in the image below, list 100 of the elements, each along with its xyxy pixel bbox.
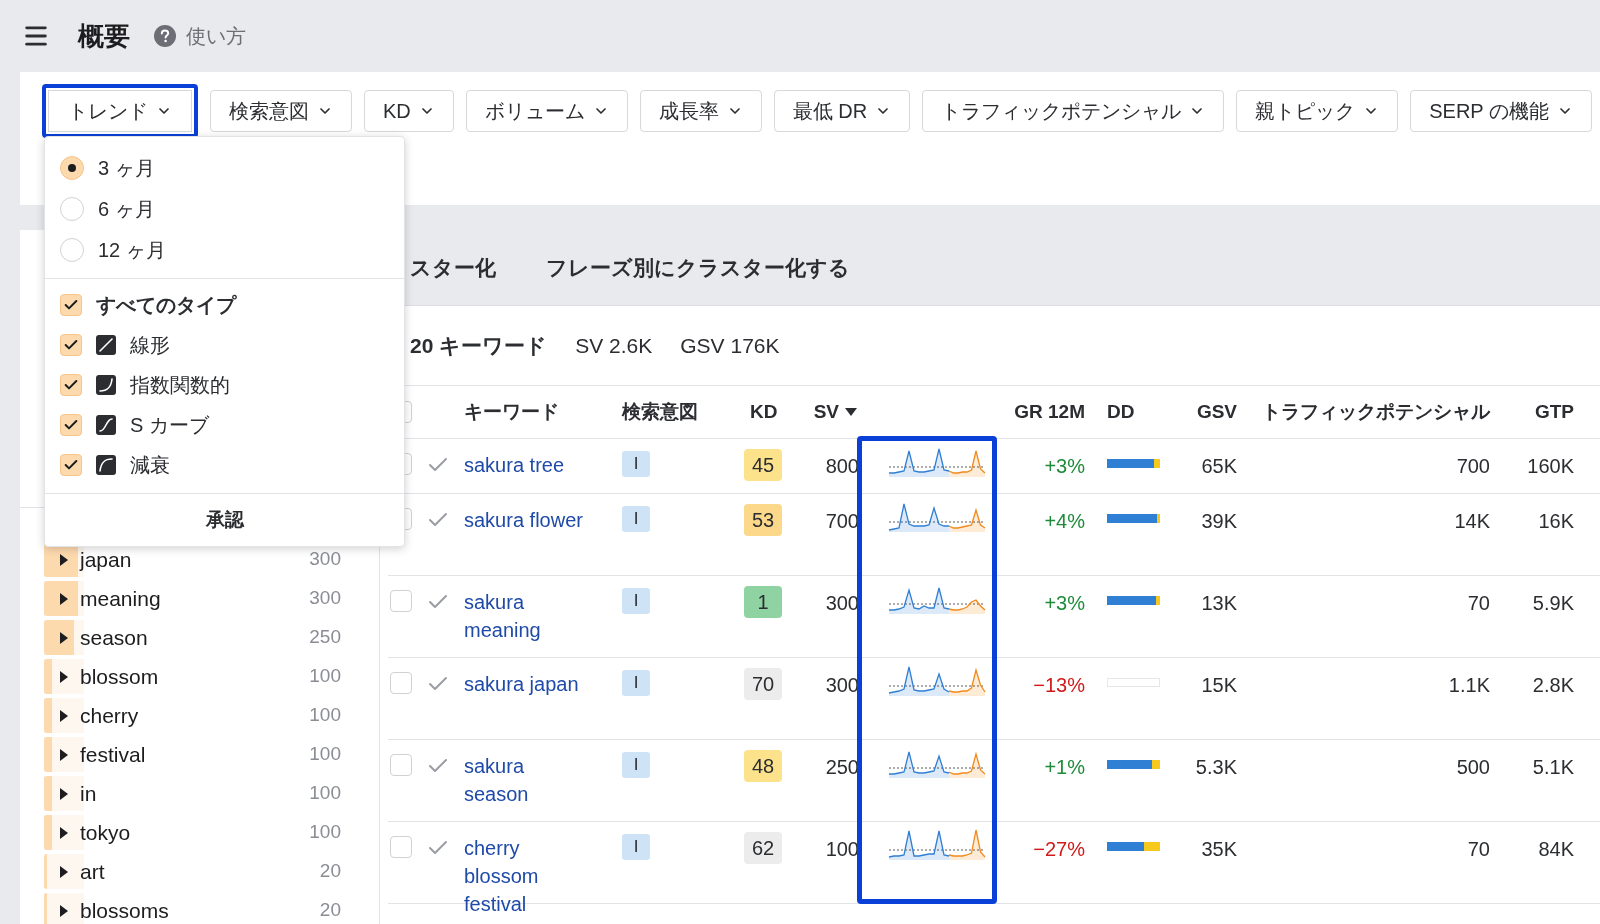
global-volume-cell-text: 15K (1201, 673, 1237, 698)
topic-item[interactable]: blossom (80, 660, 310, 693)
filter-dropdown-button[interactable]: 最低 DR (773, 90, 911, 132)
radio-button[interactable] (60, 237, 84, 262)
filter-dropdown-button[interactable]: トラフィックポテンシャル (922, 90, 1225, 132)
expand-caret-icon[interactable] (60, 865, 68, 878)
topic-item[interactable]: cherry (80, 699, 310, 732)
period-option[interactable]: 3 ヶ月 (98, 152, 155, 183)
column-header[interactable]: GTP (1534, 397, 1574, 427)
column-header[interactable]: トラフィックポテンシャル (1262, 397, 1490, 427)
volume-cell-text: 800 (825, 454, 859, 479)
expand-caret-icon[interactable] (60, 631, 68, 644)
topic-item[interactable]: in (80, 777, 310, 810)
keyword-link[interactable]: sakura season (464, 752, 588, 808)
global-traffic-potential-cell-text: 2.8K (1532, 673, 1574, 698)
topic-count: 100 (309, 820, 341, 845)
checkbox[interactable] (60, 414, 82, 436)
expand-caret-icon[interactable] (60, 748, 68, 761)
filter-dropdown-button[interactable]: 検索意図 (210, 90, 352, 132)
topic-item[interactable]: season (80, 621, 310, 654)
topic-item[interactable]: festival (80, 738, 310, 771)
radio-button[interactable] (60, 196, 84, 221)
growth-value: +4% (1044, 509, 1085, 534)
checkbox[interactable] (390, 836, 412, 858)
keyword-link[interactable]: sakura tree (464, 451, 588, 479)
expand-caret-icon[interactable] (60, 709, 68, 722)
column-header[interactable]: SV (813, 397, 857, 427)
column-header[interactable]: キーワード (464, 397, 622, 427)
filter-dropdown-button[interactable]: SERP の機能 (1410, 90, 1592, 132)
keyword-link[interactable]: sakura japan (464, 670, 588, 698)
topic-item[interactable]: meaning (80, 582, 310, 615)
checkbox[interactable] (390, 754, 412, 776)
intent-badge: I (622, 451, 650, 477)
intent-badge: I (622, 834, 650, 860)
filter-dropdown-button[interactable]: ボリューム (465, 90, 628, 132)
kd-score-badge: 48 (744, 750, 782, 782)
topic-item[interactable]: japan (80, 543, 310, 576)
topic-count: 100 (309, 742, 341, 767)
keyword-link[interactable]: sakura flower (464, 506, 588, 534)
cluster-tab[interactable]: スター化 (410, 251, 496, 284)
expand-caret-icon[interactable] (60, 826, 68, 839)
help-icon[interactable] (154, 25, 176, 47)
topic-count: 250 (309, 625, 341, 650)
checkbox[interactable] (390, 590, 412, 612)
expand-caret-icon[interactable] (60, 904, 68, 917)
expand-caret-icon[interactable] (60, 553, 68, 566)
topic-item[interactable]: tokyo (80, 816, 310, 849)
global-traffic-potential-cell-text: 160K (1527, 454, 1574, 479)
trend-type-option[interactable]: 線形 (130, 330, 170, 360)
help-link[interactable]: 使い方 (186, 21, 246, 51)
trend-type-option[interactable]: 指数関数的 (130, 370, 230, 400)
expand-caret-icon[interactable] (60, 787, 68, 800)
cluster-tab[interactable]: フレーズ別にクラスター化する (546, 251, 850, 284)
trend-type-option[interactable]: すべてのタイプ (96, 290, 236, 320)
period-option[interactable]: 12 ヶ月 (98, 234, 166, 265)
global-volume-cell-text: 65K (1201, 454, 1237, 479)
column-header[interactable]: KD (750, 397, 800, 427)
traffic-potential-cell-text: 700 (1456, 454, 1490, 479)
filter-dropdown-button[interactable]: トレンド (42, 84, 198, 138)
growth-value: +3% (1044, 454, 1085, 479)
keyword-link[interactable]: cherry blossom festival (464, 834, 588, 918)
traffic-potential-cell-text: 500 (1456, 755, 1490, 780)
column-header[interactable]: 検索意図 (622, 397, 742, 427)
trend-type-option[interactable]: 減衰 (130, 450, 170, 480)
growth-value: −27% (1033, 837, 1085, 862)
filter-dropdown-button[interactable]: 成長率 (639, 90, 762, 132)
trend-type-option[interactable]: S カーブ (130, 410, 209, 440)
checkbox[interactable] (60, 374, 82, 396)
filter-dropdown-button[interactable]: KD (364, 90, 454, 132)
decay-curve-icon (96, 455, 116, 475)
topic-item[interactable]: blossoms (80, 894, 320, 924)
column-header[interactable]: GSV (1196, 397, 1237, 427)
global-volume-total: GSV 176K (680, 332, 780, 359)
global-traffic-potential-cell-text: 16K (1538, 509, 1574, 534)
intent-badge: I (622, 752, 650, 778)
keyword-count: 20 キーワード (410, 332, 548, 359)
keyword-link[interactable]: sakura meaning (464, 588, 588, 644)
apply-button[interactable]: 承認 (185, 500, 264, 540)
checkbox[interactable] (60, 294, 82, 316)
checkbox[interactable] (60, 334, 82, 356)
sort-descending-icon (845, 408, 857, 416)
kd-score-badge: 53 (744, 504, 782, 536)
topic-count: 100 (309, 781, 341, 806)
expand-caret-icon[interactable] (60, 592, 68, 605)
kd-score-badge: 62 (744, 832, 782, 864)
kd-score-badge: 70 (744, 668, 782, 700)
growth-value: −13% (1033, 673, 1085, 698)
checkbox[interactable] (60, 454, 82, 476)
period-option[interactable]: 6 ヶ月 (98, 193, 155, 224)
traffic-potential-cell-text: 70 (1467, 837, 1490, 862)
topic-count: 100 (309, 703, 341, 728)
traffic-potential-cell-text: 14K (1454, 509, 1490, 534)
topic-item[interactable]: art (80, 855, 320, 888)
column-header[interactable]: GR 12M (1014, 397, 1085, 427)
intent-badge: I (622, 588, 650, 614)
column-header[interactable]: DD (1107, 397, 1177, 427)
filter-dropdown-button[interactable]: 親トピック (1236, 90, 1399, 132)
expand-caret-icon[interactable] (60, 670, 68, 683)
radio-button[interactable] (60, 155, 84, 180)
checkbox[interactable] (390, 672, 412, 694)
